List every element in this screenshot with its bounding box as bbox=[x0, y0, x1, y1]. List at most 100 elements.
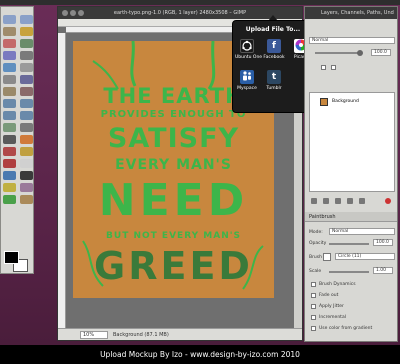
apply-jitter-checkbox[interactable] bbox=[311, 304, 316, 309]
tumblr-label: Tumblr bbox=[266, 86, 282, 91]
brush-select[interactable]: Circle (11) bbox=[335, 253, 395, 260]
heal-icon[interactable] bbox=[20, 183, 33, 192]
rect-select-icon[interactable] bbox=[3, 15, 16, 24]
lower-layer-icon[interactable] bbox=[335, 198, 341, 204]
paintbrush-icon[interactable] bbox=[3, 159, 16, 168]
foreground-select-icon[interactable] bbox=[3, 51, 16, 60]
color-picker-icon[interactable] bbox=[3, 63, 16, 72]
opacity-label: Opacity bbox=[309, 241, 327, 246]
magic-wand-icon[interactable] bbox=[20, 27, 33, 36]
tumblr-button[interactable]: t Tumblr bbox=[262, 70, 286, 91]
ubuntu-one-icon bbox=[240, 39, 254, 53]
ink-icon[interactable] bbox=[20, 171, 33, 180]
new-layer-icon[interactable] bbox=[311, 198, 317, 204]
crop-icon[interactable] bbox=[20, 87, 33, 96]
brush-dynamics-label: Brush Dynamics bbox=[319, 282, 356, 287]
layers-list: Background bbox=[309, 92, 395, 192]
delete-layer-icon[interactable] bbox=[385, 198, 391, 204]
desktop-top-panel bbox=[0, 0, 400, 5]
minimize-icon[interactable] bbox=[70, 10, 76, 16]
ubuntu-one-button[interactable]: Ubuntu One bbox=[235, 39, 262, 60]
tool-grid bbox=[3, 15, 33, 204]
layer-name: Background bbox=[332, 99, 359, 104]
facebook-button[interactable]: f Facebook bbox=[262, 39, 286, 60]
maximize-icon[interactable] bbox=[78, 10, 84, 16]
mode-label: Mode: bbox=[309, 230, 323, 235]
foreground-color-swatch[interactable] bbox=[4, 251, 19, 264]
shear-icon[interactable] bbox=[3, 111, 16, 120]
layer-buttons bbox=[309, 198, 395, 206]
vertical-ruler bbox=[58, 33, 66, 328]
color-select-icon[interactable] bbox=[3, 39, 16, 48]
paint-opacity-field[interactable]: 100.0 bbox=[373, 239, 393, 246]
dodge-burn-icon[interactable] bbox=[20, 195, 33, 204]
raise-layer-icon[interactable] bbox=[323, 198, 329, 204]
toolbox-window bbox=[0, 6, 34, 274]
layer-row[interactable]: Background bbox=[310, 97, 394, 107]
brush-label: Brush bbox=[309, 255, 322, 260]
myspace-icon bbox=[240, 70, 254, 84]
pencil-icon[interactable] bbox=[20, 147, 33, 156]
layers-opacity-knob[interactable] bbox=[357, 50, 363, 56]
eraser-icon[interactable] bbox=[20, 159, 33, 168]
dock-title: Layers, Channels, Paths, Und bbox=[305, 7, 397, 19]
scale-field[interactable]: 1.00 bbox=[373, 267, 393, 274]
poster-line-7: GREED bbox=[94, 244, 253, 288]
fade-out-label: Fade out bbox=[319, 293, 339, 298]
lock-alpha-checkbox[interactable] bbox=[331, 65, 336, 70]
duplicate-layer-icon[interactable] bbox=[347, 198, 353, 204]
scale-icon[interactable] bbox=[20, 99, 33, 108]
move-icon[interactable] bbox=[20, 75, 33, 84]
airbrush-icon[interactable] bbox=[3, 171, 16, 180]
status-bar: 10% Background (87.1 MB) bbox=[58, 328, 302, 340]
cage-icon[interactable] bbox=[20, 123, 33, 132]
rotate-icon[interactable] bbox=[3, 99, 16, 108]
tumblr-icon: t bbox=[267, 70, 281, 84]
lasso-icon[interactable] bbox=[3, 27, 16, 36]
brush-preview[interactable] bbox=[323, 253, 331, 261]
brush-dynamics-checkbox[interactable] bbox=[311, 282, 316, 287]
layers-opacity-field[interactable]: 100.0 bbox=[371, 49, 391, 56]
paint-mode-select[interactable]: Normal bbox=[329, 228, 395, 235]
popup-title: Upload File To... bbox=[245, 26, 301, 33]
fade-out-checkbox[interactable] bbox=[311, 293, 316, 298]
zoom-icon[interactable] bbox=[20, 63, 33, 72]
poster-line-5: NEED bbox=[98, 175, 249, 226]
align-icon[interactable] bbox=[3, 87, 16, 96]
status-text: Background (87.1 MB) bbox=[113, 332, 169, 338]
color-from-gradient-label: Use color from gradient bbox=[319, 326, 373, 331]
flip-icon[interactable] bbox=[3, 123, 16, 132]
facebook-label: Facebook bbox=[263, 55, 285, 60]
incremental-label: Incremental bbox=[319, 315, 346, 320]
upload-popup: Upload File To... Ubuntu One f Facebook … bbox=[232, 20, 314, 113]
incremental-checkbox[interactable] bbox=[311, 315, 316, 320]
measure-icon[interactable] bbox=[3, 75, 16, 84]
bucket-fill-icon[interactable] bbox=[20, 135, 33, 144]
lock-pixels-checkbox[interactable] bbox=[321, 65, 326, 70]
clone-icon[interactable] bbox=[3, 183, 16, 192]
close-icon[interactable] bbox=[62, 10, 68, 16]
layers-dock: Layers, Channels, Paths, Und Normal 100.… bbox=[304, 6, 398, 342]
color-from-gradient-checkbox[interactable] bbox=[311, 326, 316, 331]
myspace-button[interactable]: Myspace bbox=[235, 70, 259, 91]
poster-line-6: BUT NOT EVERY MAN'S bbox=[106, 231, 241, 241]
smudge-icon[interactable] bbox=[3, 195, 16, 204]
blend-icon[interactable] bbox=[3, 147, 16, 156]
paint-opacity-slider[interactable] bbox=[329, 243, 369, 245]
credit-bar: Upload Mockup By Izo - www.design-by-izo… bbox=[0, 345, 400, 364]
perspective-icon[interactable] bbox=[20, 111, 33, 120]
image-window-title: earth-typo.png-1.0 (RGB, 1 layer) 2480x3… bbox=[58, 7, 302, 19]
scale-slider[interactable] bbox=[329, 271, 369, 273]
ellipse-select-icon[interactable] bbox=[20, 15, 33, 24]
paintbrush-header: Paintbrush bbox=[305, 212, 397, 222]
layer-thumbnail bbox=[320, 98, 328, 106]
zoom-select[interactable]: 10% bbox=[80, 331, 108, 339]
scissors-icon[interactable] bbox=[20, 39, 33, 48]
paths-icon[interactable] bbox=[20, 51, 33, 60]
apply-jitter-label: Apply Jitter bbox=[319, 304, 344, 309]
layers-mode-select[interactable]: Normal bbox=[309, 37, 395, 44]
text-icon[interactable] bbox=[3, 135, 16, 144]
scale-label: Scale bbox=[309, 269, 322, 274]
anchor-layer-icon[interactable] bbox=[359, 198, 365, 204]
layers-opacity-slider[interactable] bbox=[315, 52, 360, 54]
